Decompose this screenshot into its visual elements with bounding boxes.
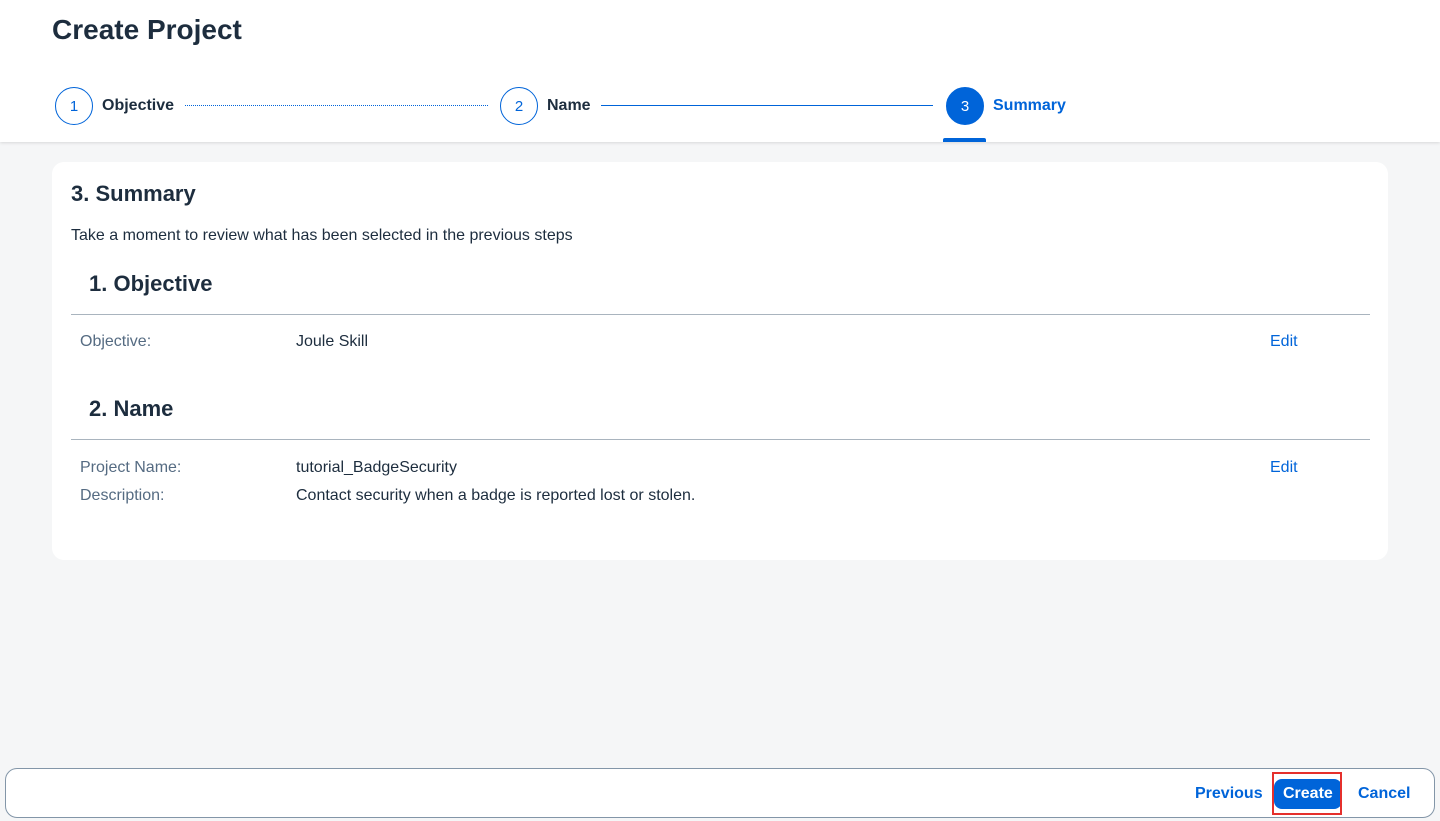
step-label: Objective bbox=[102, 97, 175, 114]
cancel-button[interactable]: Cancel bbox=[1349, 779, 1419, 809]
step-number-circle: 2 bbox=[500, 87, 538, 125]
section-divider bbox=[71, 314, 1370, 315]
step-label: Name bbox=[547, 97, 591, 114]
summary-title: 3. Summary bbox=[71, 181, 196, 206]
step-label: Summary bbox=[993, 97, 1066, 114]
description-label: Description: bbox=[80, 487, 165, 504]
wizard-step-objective[interactable]: 1 Objective bbox=[55, 87, 174, 125]
section-divider bbox=[71, 439, 1370, 440]
page-header: Create Project 1 Objective 2 Name 3 Summ… bbox=[0, 0, 1440, 142]
previous-button[interactable]: Previous bbox=[1186, 779, 1272, 809]
wizard-step-name[interactable]: 2 Name bbox=[500, 87, 591, 125]
edit-name-link[interactable]: Edit bbox=[1270, 459, 1298, 477]
active-step-indicator bbox=[943, 138, 986, 142]
footer-toolbar: Previous Create Cancel bbox=[5, 768, 1435, 818]
summary-card: 3. Summary Take a moment to review what … bbox=[52, 162, 1388, 560]
step-number-circle: 1 bbox=[55, 87, 93, 125]
section-title-objective: 1. Objective bbox=[89, 271, 213, 296]
page-title: Create Project bbox=[52, 14, 242, 45]
step-connector bbox=[601, 105, 933, 106]
create-button[interactable]: Create bbox=[1274, 779, 1342, 809]
section-title-name: 2. Name bbox=[89, 396, 174, 421]
project-name-value: tutorial_BadgeSecurity bbox=[296, 459, 457, 476]
objective-label: Objective: bbox=[80, 333, 152, 350]
summary-description: Take a moment to review what has been se… bbox=[71, 227, 573, 244]
objective-value: Joule Skill bbox=[296, 333, 369, 350]
edit-objective-link[interactable]: Edit bbox=[1270, 333, 1298, 351]
wizard-step-summary[interactable]: 3 Summary bbox=[946, 87, 1066, 125]
project-name-label: Project Name: bbox=[80, 459, 182, 476]
step-connector bbox=[185, 105, 488, 106]
description-value: Contact security when a badge is reporte… bbox=[296, 487, 696, 504]
step-number-circle: 3 bbox=[946, 87, 984, 125]
